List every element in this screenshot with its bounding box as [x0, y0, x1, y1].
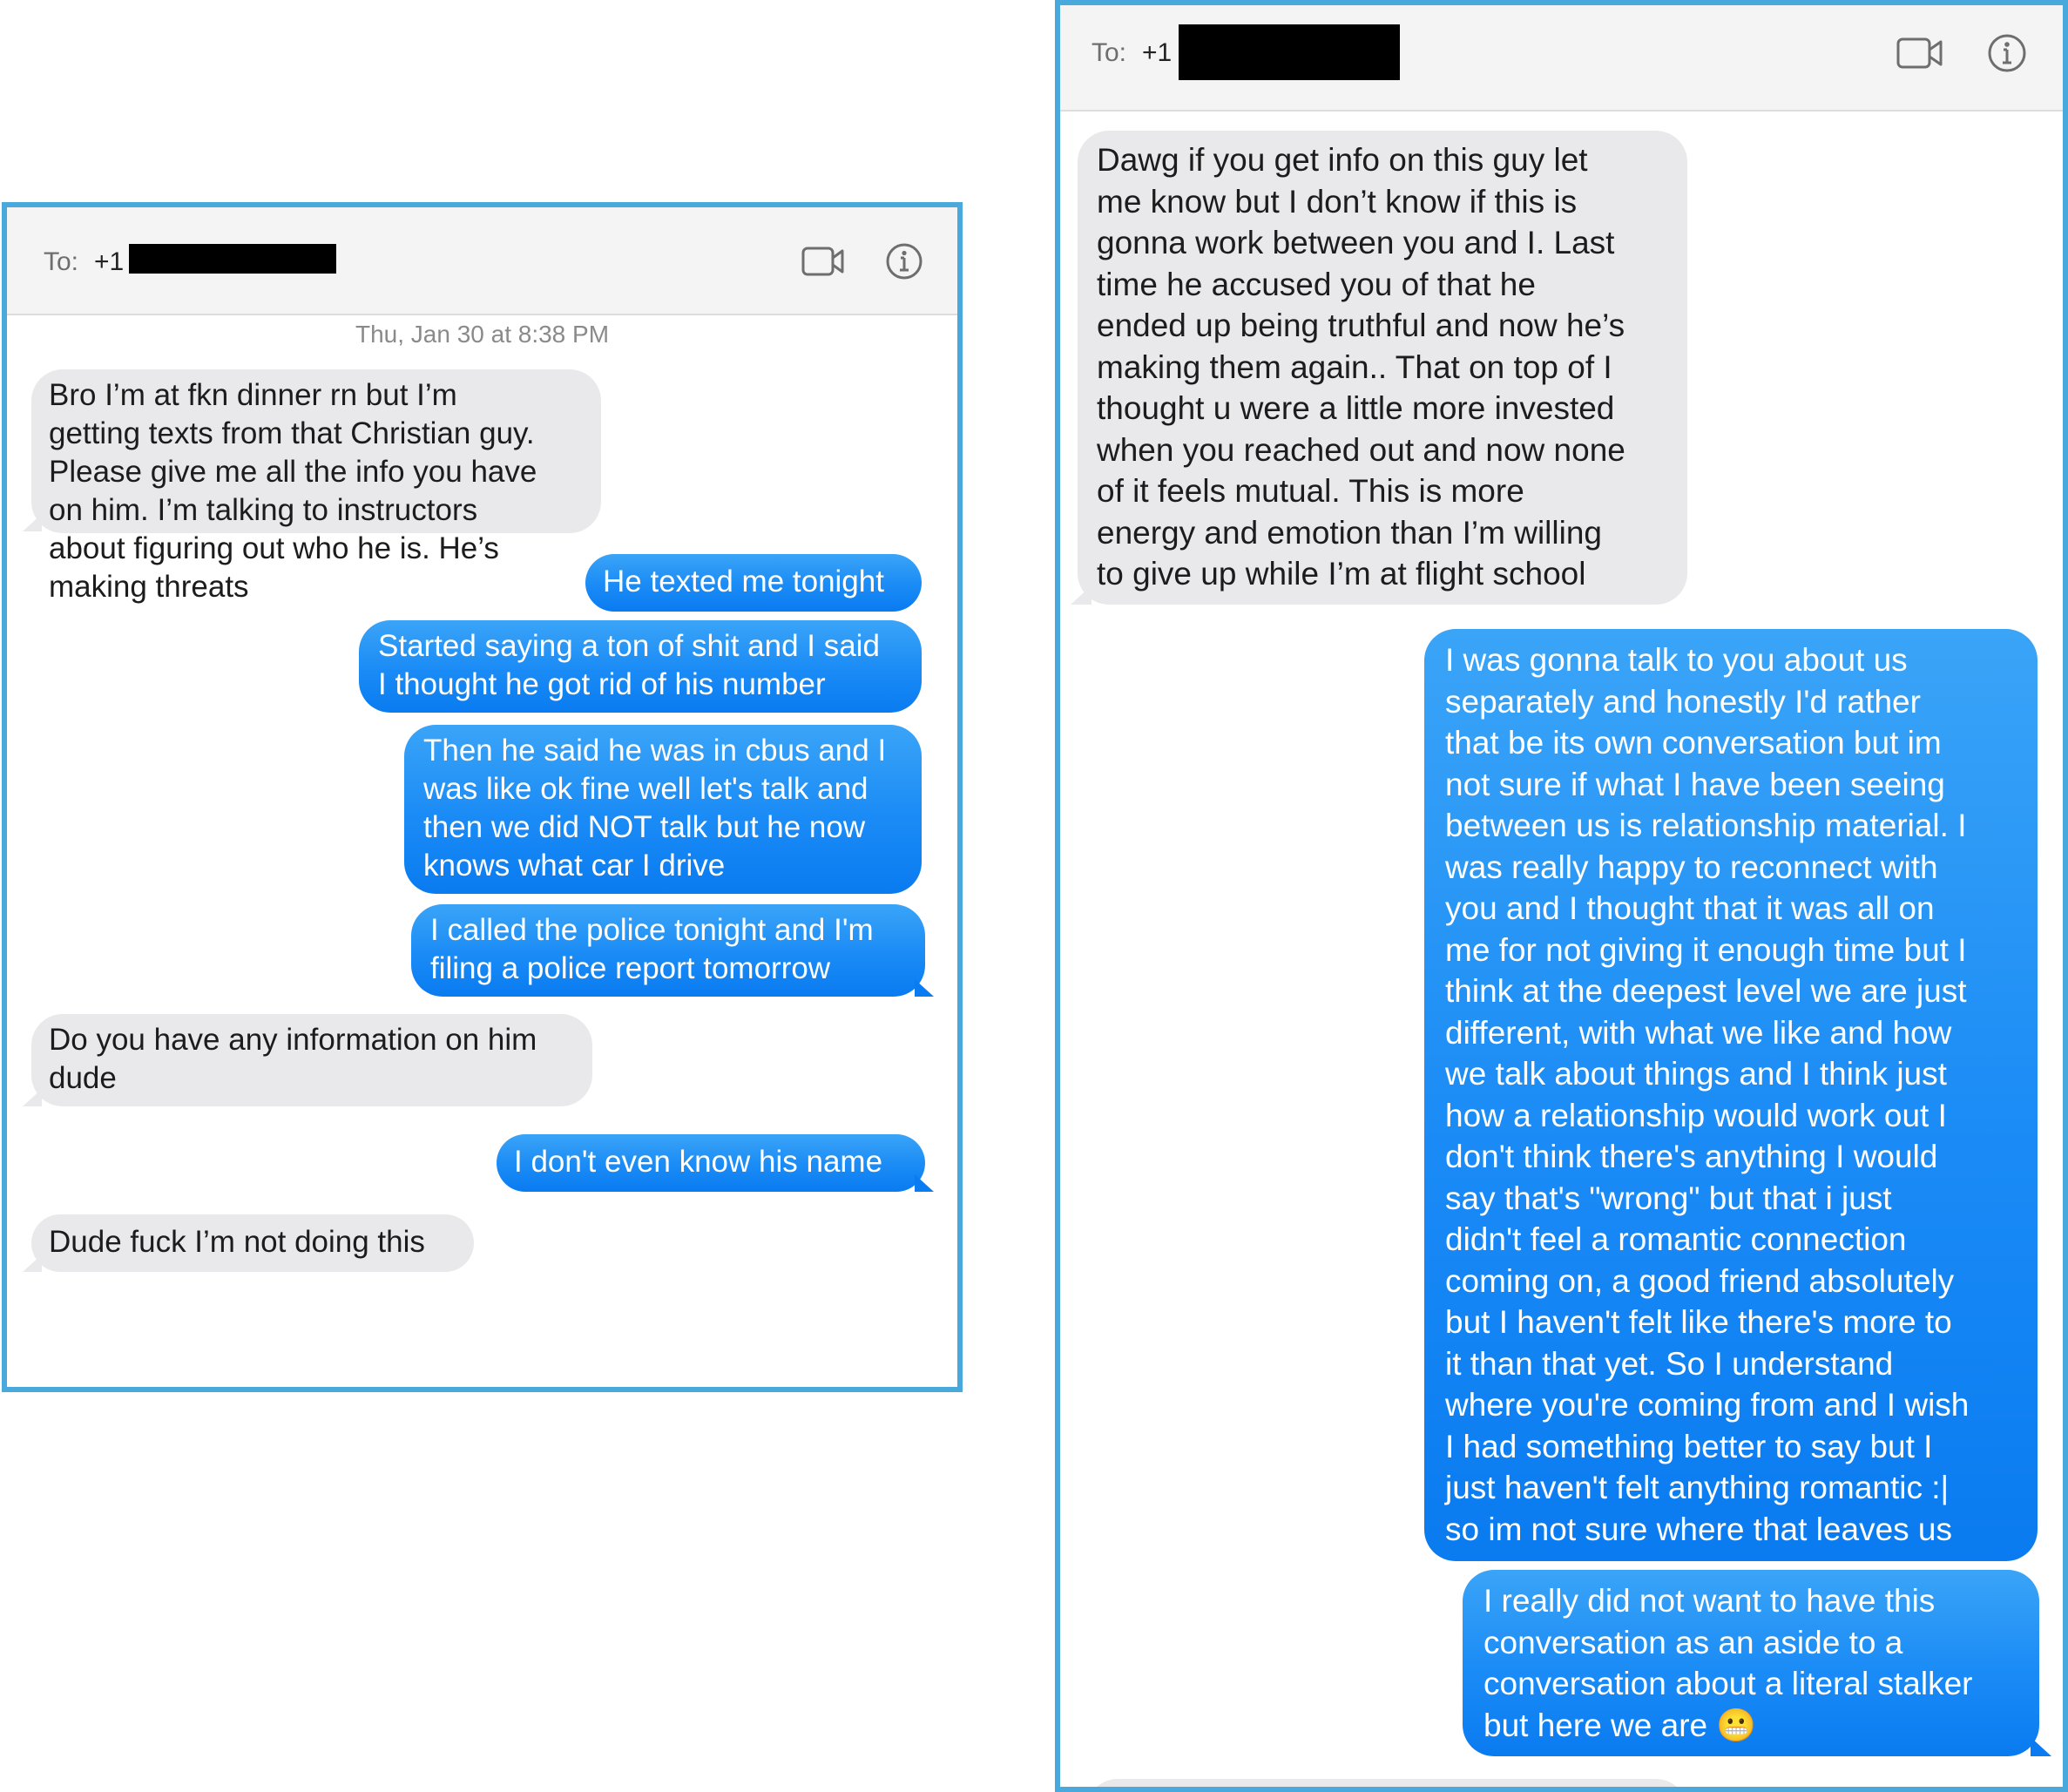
recipient-number[interactable]: +1: [1142, 38, 1172, 68]
message-line: of it feels mutual. This is more: [1097, 473, 1524, 509]
message-line: I called the police tonight and I'm: [430, 913, 874, 947]
message-line: making threats: [49, 570, 249, 604]
message-line: where you're coming from and I wish: [1445, 1387, 1970, 1423]
message-line: separately and honestly I'd rather: [1445, 683, 1921, 720]
message-line: me for not giving it enough time but I: [1445, 931, 1967, 968]
redaction-bar: [1179, 24, 1400, 80]
message-line: gonna work between you and I. Last: [1097, 225, 1615, 260]
incoming-message-partial: [1086, 1779, 1687, 1787]
message-line: I had something better to say but I: [1445, 1428, 1933, 1464]
message-line: conversation about a literal stalker: [1483, 1666, 1973, 1701]
incoming-message[interactable]: Dude fuck I’m not doing this: [31, 1214, 474, 1272]
message-line: how a relationship would work out I: [1445, 1097, 1947, 1133]
message-line: you and I thought that it was all on: [1445, 890, 1935, 926]
message-line: that be its own conversation but im: [1445, 725, 1942, 761]
message-line: filing a police report tomorrow: [430, 951, 831, 985]
message-line: say that's "wrong" but that i just: [1445, 1180, 1892, 1216]
message-line: when you reached out and now none: [1097, 431, 1625, 468]
message-line: was like ok fine well let's talk and: [423, 772, 868, 806]
outgoing-message[interactable]: I don't even know his name: [497, 1134, 925, 1192]
outgoing-message[interactable]: I really did not want to have this conve…: [1463, 1570, 2039, 1756]
video-camera-icon[interactable]: [801, 246, 845, 277]
grimacing-face-emoji: 😬: [1716, 1707, 1757, 1743]
message-text: but here we are: [1483, 1707, 1708, 1743]
message-line: different, with what we like and how: [1445, 1014, 1952, 1051]
message-line: Bro I’m at fkn dinner rn but I’m: [49, 378, 457, 412]
message-line: Dawg if you get info on this guy let: [1097, 142, 1588, 178]
message-line: Dude fuck I’m not doing this: [49, 1225, 425, 1259]
recipient-number[interactable]: +1: [94, 247, 124, 277]
message-line: time he accused you of that he: [1097, 266, 1536, 302]
message-line: so im not sure where that leaves us: [1445, 1511, 1953, 1547]
message-line: on him. I’m talking to instructors: [49, 493, 478, 527]
message-timestamp: Thu, Jan 30 at 8:38 PM: [355, 321, 610, 348]
message-line: not sure if what I have been seeing: [1445, 766, 1945, 802]
message-line: think at the deepest level we are just: [1445, 973, 1967, 1009]
message-line: coming on, a good friend absolutely: [1445, 1262, 1955, 1299]
message-line: Please give me all the info you have: [49, 455, 537, 489]
message-line: I thought he got rid of his number: [378, 667, 826, 701]
message-line: Do you have any information on him: [49, 1023, 537, 1057]
message-line: I really did not want to have this: [1483, 1583, 1936, 1619]
outgoing-message[interactable]: He texted me tonight: [585, 554, 922, 612]
message-line: thought u were a little more invested: [1097, 390, 1615, 426]
outgoing-message[interactable]: I was gonna talk to you about us separat…: [1424, 629, 2038, 1561]
message-line: just haven't felt anything romantic :|: [1445, 1470, 1950, 1505]
message-line: getting texts from that Christian guy.: [49, 416, 535, 450]
message-line: I was gonna talk to you about us: [1445, 642, 1908, 678]
bubble-tail: [23, 1254, 42, 1272]
message-line: knows what car I drive: [423, 849, 726, 882]
message-line: conversation as an aside to a: [1483, 1624, 1903, 1660]
bubble-tail: [2031, 1737, 2051, 1756]
message-line: we talk about things and I think just: [1445, 1056, 1947, 1092]
message-line: don't think there's anything I would: [1445, 1139, 1938, 1174]
message-line: about figuring out who he is. He’s: [49, 531, 499, 565]
conversation-header: To: +1: [1060, 5, 2063, 112]
message-line: between us is relationship material. I: [1445, 808, 1967, 843]
bubble-tail: [23, 1089, 42, 1106]
info-icon[interactable]: [885, 242, 923, 281]
message-line: but I haven't felt like there's more to: [1445, 1304, 1952, 1340]
incoming-message[interactable]: Do you have any information on him dude: [31, 1014, 592, 1106]
message-line: ended up being truthful and now he’s: [1097, 308, 1625, 343]
right-conversation-panel: To: +1 Dawg if you get info on this guy …: [1055, 0, 2068, 1792]
message-line: was really happy to reconnect with: [1445, 849, 1938, 885]
to-label: To:: [44, 247, 79, 276]
outgoing-message[interactable]: I called the police tonight and I'm fili…: [411, 904, 925, 997]
bubble-tail: [1071, 585, 1091, 605]
message-line: but here we are 😬: [1483, 1705, 2018, 1747]
message-line: He texted me tonight: [603, 565, 884, 598]
message-line: Started saying a ton of shit and I said: [378, 629, 880, 663]
message-line: I don't even know his name: [514, 1145, 883, 1179]
message-line: dude: [49, 1061, 117, 1095]
redaction-bar: [129, 244, 336, 274]
message-line: then we did NOT talk but he now: [423, 810, 866, 844]
message-line: me know but I don’t know if this is: [1097, 183, 1578, 220]
message-line: Then he said he was in cbus and I: [423, 734, 887, 768]
outgoing-message[interactable]: Then he said he was in cbus and I was li…: [404, 725, 922, 894]
message-line: didn't feel a romantic connection: [1445, 1221, 1907, 1257]
conversation-header: To: +1: [7, 207, 957, 315]
to-label: To:: [1091, 38, 1127, 67]
message-line: it than that yet. So I understand: [1445, 1345, 1894, 1382]
incoming-message[interactable]: Bro I’m at fkn dinner rn but I’m getting…: [31, 369, 601, 604]
message-line: energy and emotion than I’m willing: [1097, 514, 1602, 551]
bubble-tail: [23, 514, 42, 531]
left-conversation-panel: To: +1 Thu, Jan 30 at 8:38 PM Bro I’m at…: [2, 202, 963, 1392]
video-camera-icon[interactable]: [1896, 37, 1943, 70]
incoming-message[interactable]: Dawg if you get info on this guy let me …: [1078, 131, 1687, 605]
bubble-tail: [915, 979, 934, 997]
message-line: to give up while I’m at flight school: [1097, 556, 1586, 592]
info-icon[interactable]: [1987, 33, 2027, 73]
bubble-tail: [915, 1174, 934, 1192]
message-line: making them again.. That on top of I: [1097, 348, 1612, 385]
outgoing-message[interactable]: Started saying a ton of shit and I said …: [359, 620, 922, 713]
